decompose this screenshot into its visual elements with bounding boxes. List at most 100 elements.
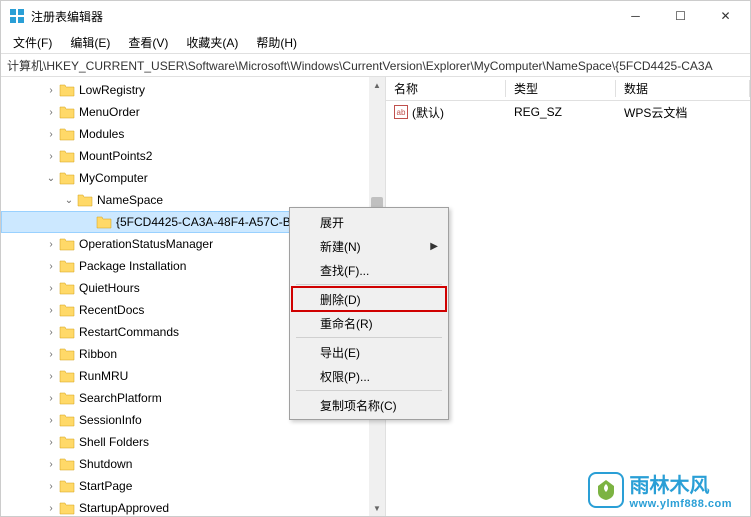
tree-item[interactable]: ›MountPoints2 bbox=[1, 145, 385, 167]
folder-icon bbox=[59, 281, 75, 295]
tree-item-label: SessionInfo bbox=[79, 413, 142, 427]
folder-icon bbox=[59, 237, 75, 251]
cell-type: REG_SZ bbox=[506, 105, 616, 119]
tree-item-label: RestartCommands bbox=[79, 325, 179, 339]
scroll-up-button[interactable]: ▲ bbox=[369, 77, 385, 93]
tree-item-label: Shell Folders bbox=[79, 435, 149, 449]
maximize-button[interactable]: ☐ bbox=[658, 1, 703, 31]
folder-icon bbox=[59, 127, 75, 141]
string-value-icon: ab bbox=[394, 105, 408, 119]
ctx-new-label: 新建(N) bbox=[320, 238, 361, 255]
scroll-down-button[interactable]: ▼ bbox=[369, 500, 385, 516]
expander-none-icon: › bbox=[45, 414, 57, 426]
window-title: 注册表编辑器 bbox=[31, 8, 613, 25]
folder-icon bbox=[59, 413, 75, 427]
window-controls: ─ ☐ ✕ bbox=[613, 1, 748, 31]
ctx-copy-key-name[interactable]: 复制项名称(C) bbox=[292, 393, 446, 417]
menu-file[interactable]: 文件(F) bbox=[5, 32, 60, 53]
tree-item-label: MountPoints2 bbox=[79, 149, 152, 163]
folder-icon bbox=[59, 457, 75, 471]
ctx-find[interactable]: 查找(F)... bbox=[292, 258, 446, 282]
tree-item-label: RecentDocs bbox=[79, 303, 144, 317]
folder-icon bbox=[59, 325, 75, 339]
expander-none-icon: › bbox=[45, 370, 57, 382]
ctx-separator bbox=[296, 390, 442, 391]
tree-item-label: StartupApproved bbox=[79, 501, 169, 515]
ctx-delete[interactable]: 删除(D) bbox=[292, 287, 446, 311]
folder-icon bbox=[59, 435, 75, 449]
expander-none-icon: › bbox=[45, 392, 57, 404]
folder-icon bbox=[59, 149, 75, 163]
app-icon bbox=[9, 8, 25, 24]
folder-icon bbox=[59, 171, 75, 185]
tree-item-label: RunMRU bbox=[79, 369, 128, 383]
watermark: 雨林木风 www.ylmf888.com bbox=[588, 469, 732, 510]
close-button[interactable]: ✕ bbox=[703, 1, 748, 31]
tree-item-label: Shutdown bbox=[79, 457, 132, 471]
header-name[interactable]: 名称 bbox=[386, 80, 506, 97]
folder-icon bbox=[77, 193, 93, 207]
expander-none-icon: › bbox=[45, 84, 57, 96]
watermark-text: 雨林木风 www.ylmf888.com bbox=[630, 469, 732, 510]
tree-item[interactable]: › LowRegistry bbox=[1, 79, 385, 101]
ctx-new[interactable]: 新建(N) ▶ bbox=[292, 234, 446, 258]
expander-none-icon: › bbox=[45, 260, 57, 272]
cell-data: WPS云文档 bbox=[616, 104, 750, 121]
menu-view[interactable]: 查看(V) bbox=[120, 32, 176, 53]
tree-item-label: MyComputer bbox=[79, 171, 148, 185]
watermark-brand: 雨林木风 bbox=[630, 469, 732, 498]
expander-none-icon: › bbox=[45, 238, 57, 250]
tree-item-label: QuietHours bbox=[79, 281, 140, 295]
tree-item[interactable]: ⌄ MyComputer bbox=[1, 167, 385, 189]
expander-none-icon: › bbox=[45, 106, 57, 118]
tree-item-label: Modules bbox=[79, 127, 124, 141]
expander-none-icon: › bbox=[45, 480, 57, 492]
ctx-permissions[interactable]: 权限(P)... bbox=[292, 364, 446, 388]
expander-none-icon: › bbox=[45, 458, 57, 470]
tree-item-label: Package Installation bbox=[79, 259, 186, 273]
expander-none-icon: › bbox=[45, 128, 57, 140]
expander-none-icon: › bbox=[45, 436, 57, 448]
tree-item[interactable]: › Shutdown bbox=[1, 453, 385, 475]
list-row[interactable]: ab (默认) REG_SZ WPS云文档 bbox=[386, 101, 750, 123]
cell-name: ab (默认) bbox=[386, 104, 506, 121]
ctx-expand[interactable]: 展开 bbox=[292, 210, 446, 234]
header-type[interactable]: 类型 bbox=[506, 80, 616, 97]
menu-help[interactable]: 帮助(H) bbox=[248, 32, 305, 53]
expander-open-icon[interactable]: ⌄ bbox=[45, 172, 57, 184]
ctx-rename[interactable]: 重命名(R) bbox=[292, 311, 446, 335]
minimize-button[interactable]: ─ bbox=[613, 1, 658, 31]
menubar: 文件(F) 编辑(E) 查看(V) 收藏夹(A) 帮助(H) bbox=[1, 31, 750, 53]
address-bar[interactable]: 计算机\HKEY_CURRENT_USER\Software\Microsoft… bbox=[1, 53, 750, 77]
menu-edit[interactable]: 编辑(E) bbox=[62, 32, 118, 53]
ctx-export[interactable]: 导出(E) bbox=[292, 340, 446, 364]
folder-icon bbox=[96, 215, 112, 229]
expander-none-icon: › bbox=[45, 348, 57, 360]
tree-item[interactable]: ›StartPage bbox=[1, 475, 385, 497]
tree-item-label: SearchPlatform bbox=[79, 391, 162, 405]
expander-none-icon: › bbox=[45, 326, 57, 338]
tree-item[interactable]: › Modules bbox=[1, 123, 385, 145]
ctx-separator bbox=[296, 284, 442, 285]
context-menu: 展开 新建(N) ▶ 查找(F)... 删除(D) 重命名(R) 导出(E) 权… bbox=[289, 207, 449, 420]
expander-none-icon: › bbox=[45, 282, 57, 294]
tree-item[interactable]: ›StartupApproved bbox=[1, 497, 385, 516]
folder-icon bbox=[59, 303, 75, 317]
menu-favorites[interactable]: 收藏夹(A) bbox=[178, 32, 246, 53]
tree-item[interactable]: › MenuOrder bbox=[1, 101, 385, 123]
submenu-arrow-icon: ▶ bbox=[430, 241, 438, 252]
watermark-url: www.ylmf888.com bbox=[630, 498, 732, 510]
tree-item[interactable]: › Shell Folders bbox=[1, 431, 385, 453]
expander-none-icon bbox=[82, 216, 94, 228]
folder-icon bbox=[59, 369, 75, 383]
watermark-logo-icon bbox=[588, 472, 624, 508]
folder-icon bbox=[59, 83, 75, 97]
folder-icon bbox=[59, 347, 75, 361]
tree-item-label: LowRegistry bbox=[79, 83, 145, 97]
header-data[interactable]: 数据 bbox=[616, 80, 750, 97]
expander-none-icon: › bbox=[45, 304, 57, 316]
tree-item-label: MenuOrder bbox=[79, 105, 140, 119]
expander-open-icon[interactable]: ⌄ bbox=[63, 194, 75, 206]
tree-item-label: OperationStatusManager bbox=[79, 237, 213, 251]
tree-item-label: Ribbon bbox=[79, 347, 117, 361]
